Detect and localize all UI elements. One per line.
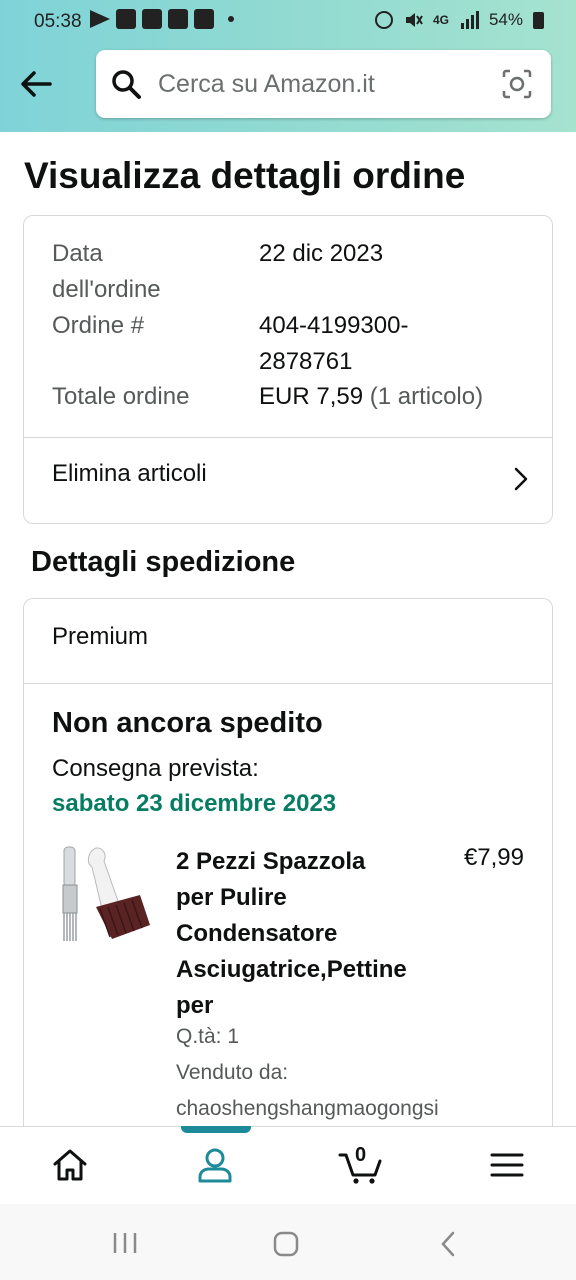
order-date-label-line1: Data — [52, 240, 103, 267]
product-image[interactable] — [58, 845, 154, 945]
order-number-label: Ordine # — [52, 312, 145, 339]
back-arrow-icon[interactable] — [18, 66, 54, 102]
system-navigation-bar — [0, 1204, 576, 1280]
back-button-icon[interactable] — [438, 1230, 458, 1258]
camera-search-icon[interactable] — [501, 68, 533, 100]
page-title: Visualizza dettagli ordine — [24, 155, 466, 196]
order-total-label: Totale ordine — [52, 383, 190, 410]
cart-count: 0 — [355, 1144, 367, 1166]
product-quantity: Q.tà: 1 — [176, 1025, 240, 1048]
battery-icon — [533, 11, 544, 29]
delivery-date: sabato 23 dicembre 2023 — [52, 790, 337, 817]
order-total-amount: EUR 7,59 — [259, 383, 364, 410]
app-notification-icon — [142, 9, 162, 29]
mail-icon — [194, 9, 214, 29]
search-icon — [112, 70, 141, 99]
order-number-line1: 404-4199300- — [259, 312, 409, 339]
sold-by-label: Venduto da: — [176, 1061, 289, 1084]
product-price: €7,99 — [463, 844, 524, 871]
active-tab-indicator — [181, 1126, 251, 1133]
recent-apps-icon[interactable] — [112, 1230, 138, 1256]
mute-icon — [405, 13, 423, 27]
bottom-navigation — [0, 1126, 576, 1204]
seller-name[interactable]: chaoshengshangmaogongsi — [176, 1097, 439, 1121]
product-title-line[interactable]: per Pulire — [176, 880, 436, 916]
facebook-icon — [116, 9, 136, 29]
search-bar[interactable]: Cerca su Amazon.it — [96, 50, 551, 118]
product-title[interactable]: 2 Pezzi Spazzola per Pulire Condensatore… — [176, 844, 436, 1024]
chevron-right-icon — [514, 467, 528, 491]
product-title-line[interactable]: Condensatore — [176, 916, 436, 952]
divider — [24, 683, 552, 684]
home-icon[interactable] — [50, 1145, 90, 1185]
app-header: 05:38 4G 54% Cerca su Amazon.it — [0, 0, 576, 132]
status-time: 05:38 — [34, 11, 82, 32]
status-bar: 05:38 4G 54% — [0, 0, 576, 42]
shipping-service: Premium — [52, 623, 149, 650]
home-button-icon[interactable] — [272, 1230, 300, 1258]
order-number-value: 404-4199300- 2878761 — [259, 308, 408, 380]
order-total-value: EUR 7,59 (1 articolo) — [259, 379, 483, 415]
divider — [24, 437, 552, 438]
shipment-card: Premium Non ancora spedito Consegna prev… — [23, 598, 553, 1158]
telegram-icon — [90, 10, 110, 28]
notification-icons — [90, 9, 234, 29]
remove-items-label[interactable]: Elimina articoli — [52, 460, 207, 488]
alarm-icon — [374, 11, 393, 29]
more-notifications-icon — [228, 16, 234, 22]
battery-percent: 54% — [488, 10, 523, 29]
order-date-value: 22 dic 2023 — [259, 240, 384, 267]
order-date-label: Data dell'ordine — [52, 236, 161, 308]
shipment-status: Non ancora spedito — [52, 707, 323, 739]
product-title-line[interactable]: per — [176, 988, 436, 1024]
delivery-label: Consegna prevista: — [52, 755, 259, 782]
order-item-count: (1 articolo) — [369, 383, 484, 410]
order-summary-card: Data dell'ordine 22 dic 2023 Ordine # 40… — [23, 215, 553, 524]
search-input[interactable]: Cerca su Amazon.it — [158, 70, 375, 99]
network-type: 4G — [432, 13, 449, 27]
order-number-line2: 2878761 — [259, 348, 353, 375]
product-title-line[interactable]: 2 Pezzi Spazzola — [176, 844, 436, 880]
menu-icon[interactable] — [487, 1145, 527, 1185]
facebook-icon — [168, 9, 188, 29]
account-icon[interactable] — [195, 1145, 235, 1185]
order-date-label-line2: dell'ordine — [52, 276, 161, 303]
signal-icon — [460, 11, 479, 29]
shipping-section-title: Dettagli spedizione — [31, 546, 296, 578]
system-status: 4G 54% — [374, 10, 544, 30]
product-title-line[interactable]: Asciugatrice,Pettine — [176, 952, 436, 988]
